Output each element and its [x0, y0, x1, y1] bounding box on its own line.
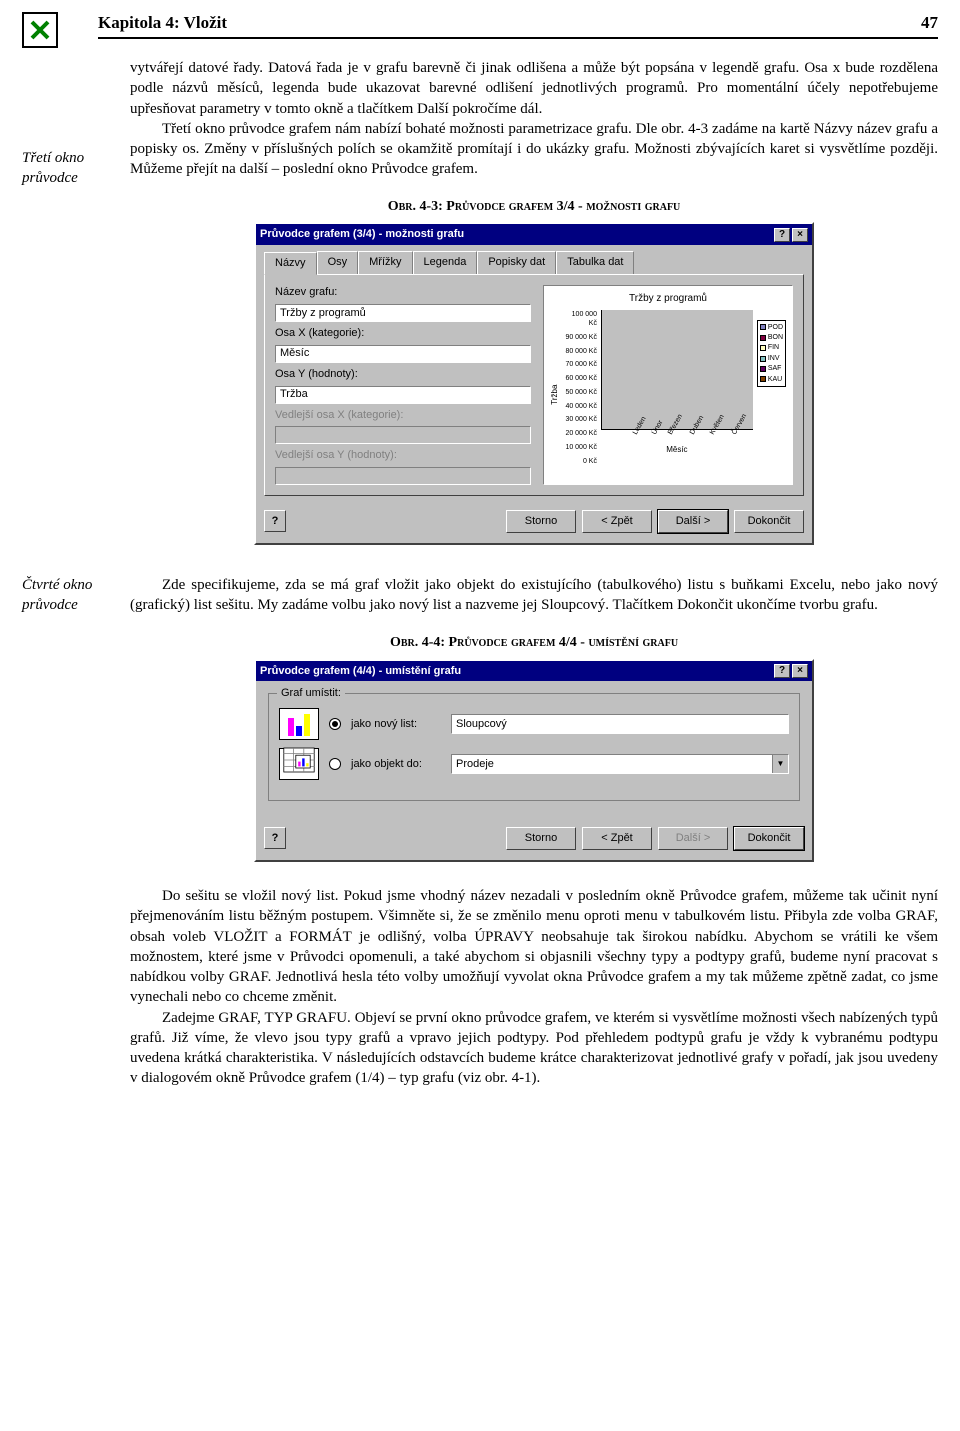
label-nazev-grafu: Název grafu: — [275, 285, 531, 300]
zpet-button[interactable]: < Zpět — [582, 510, 652, 533]
chevron-down-icon: ▼ — [772, 755, 788, 773]
paragraph-5: Zadejme GRAF, TYP GRAFU. Objeví se první… — [130, 1008, 938, 1089]
margin-note-2: Čtvrté okno průvodce — [22, 575, 116, 1089]
select-value: Prodeje — [456, 757, 494, 772]
dialog3-tabs: Názvy Osy Mřížky Legenda Popisky dat Tab… — [256, 245, 812, 274]
label-vedlejsi-y: Vedlejší osa Y (hodnoty): — [275, 448, 531, 463]
preview-chart-title: Tržby z programů — [550, 292, 786, 306]
page-number: 47 — [921, 12, 938, 35]
radio-as-object[interactable] — [329, 758, 341, 770]
select-target-sheet[interactable]: Prodeje ▼ — [451, 754, 789, 774]
new-sheet-icon — [279, 708, 319, 740]
input-sheet-name[interactable]: Sloupcový — [451, 714, 789, 734]
label-osa-y: Osa Y (hodnoty): — [275, 367, 531, 382]
tab-tabulka-dat[interactable]: Tabulka dat — [556, 251, 634, 274]
excel-app-icon — [22, 12, 58, 48]
chart-wizard-4-dialog: Průvodce grafem (4/4) - umístění grafu ?… — [254, 659, 814, 863]
graf-umistit-group: Graf umístit: jako nový list: Sloupcový — [268, 693, 800, 801]
dokoncit-button-2[interactable]: Dokončit — [734, 827, 804, 850]
radio-new-sheet[interactable] — [329, 718, 341, 730]
label-new-sheet: jako nový list: — [351, 717, 441, 732]
figure-caption-44: Obr. 4-4: Průvodce grafem 4/4 - umístění… — [130, 634, 938, 653]
dokoncit-button[interactable]: Dokončit — [734, 510, 804, 533]
paragraph-1: vytvářejí datové řady. Datová řada je v … — [130, 58, 938, 119]
chart-wizard-3-dialog: Průvodce grafem (3/4) - možnosti grafu ?… — [254, 222, 814, 545]
label-vedlejsi-x: Vedlejší osa X (kategorie): — [275, 408, 531, 423]
help-icon-button-2[interactable]: ? — [264, 827, 286, 849]
margin-note-1: Třetí okno průvodce — [22, 58, 116, 545]
dialog4-title: Průvodce grafem (4/4) - umístění grafu — [260, 664, 461, 679]
label-as-object: jako objekt do: — [351, 757, 441, 772]
close-icon-2[interactable]: × — [792, 664, 808, 678]
input-osa-y[interactable]: Tržba — [275, 386, 531, 404]
help-button-2[interactable]: ? — [774, 664, 790, 678]
tab-popisky-dat[interactable]: Popisky dat — [477, 251, 556, 274]
preview-xlabel: Měsíc — [601, 445, 753, 456]
preview-ylabel: Tržba — [550, 310, 561, 479]
help-button[interactable]: ? — [774, 228, 790, 242]
paragraph-4: Do sešitu se vložil nový list. Pokud jsm… — [130, 886, 938, 1008]
paragraph-3: Zde specifikujeme, zda se má graf vložit… — [130, 575, 938, 616]
storno-button[interactable]: Storno — [506, 510, 576, 533]
label-osa-x: Osa X (kategorie): — [275, 326, 531, 341]
paragraph-2: Třetí okno průvodce grafem nám nabízí bo… — [130, 119, 938, 180]
help-icon-button[interactable]: ? — [264, 510, 286, 532]
zpet-button-2[interactable]: < Zpět — [582, 827, 652, 850]
dalsi-button-2: Další > — [658, 827, 728, 850]
figure-caption-43: Obr. 4-3: Průvodce grafem 3/4 - možnosti… — [130, 198, 938, 217]
as-object-icon — [279, 748, 319, 780]
chart-legend: PODBONFININVSAFKAU — [757, 320, 786, 388]
dalsi-button[interactable]: Další > — [658, 510, 728, 533]
tab-legenda[interactable]: Legenda — [413, 251, 478, 274]
chart-preview: Tržby z programů Tržba 100 000 Kč90 000 … — [543, 285, 793, 485]
tab-nazvy[interactable]: Názvy — [264, 252, 317, 275]
input-vedlejsi-x — [275, 426, 531, 444]
chapter-title: Kapitola 4: Vložit — [98, 12, 227, 35]
storno-button-2[interactable]: Storno — [506, 827, 576, 850]
tab-osy[interactable]: Osy — [317, 251, 359, 274]
preview-plot-area — [601, 310, 753, 430]
graf-umistit-label: Graf umístit: — [277, 686, 345, 701]
dialog3-title: Průvodce grafem (3/4) - možnosti grafu — [260, 227, 464, 242]
close-icon[interactable]: × — [792, 228, 808, 242]
input-osa-x[interactable]: Měsíc — [275, 345, 531, 363]
input-vedlejsi-y — [275, 467, 531, 485]
tab-mrizky[interactable]: Mřížky — [358, 251, 412, 274]
input-nazev-grafu[interactable]: Tržby z programů — [275, 304, 531, 322]
